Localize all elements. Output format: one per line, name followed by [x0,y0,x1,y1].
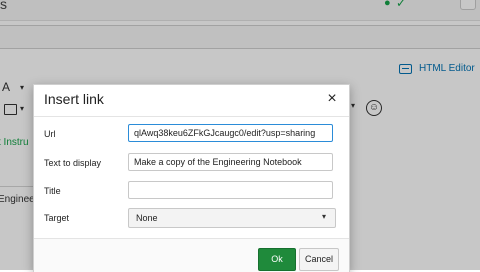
title-row: Title [34,181,349,203]
text-to-display-label: Text to display [44,158,102,168]
target-label: Target [44,213,70,223]
dialog-title: Insert link [44,91,104,107]
target-row: Target None ▾ [34,208,349,230]
title-label: Title [44,186,61,196]
target-select[interactable]: None ▾ [128,208,336,228]
dialog-header: Insert link × [34,85,349,117]
insert-link-dialog: Insert link × Url Text to display Title … [33,84,350,272]
url-label: Url [44,129,56,139]
close-icon[interactable]: × [324,89,340,109]
cancel-button[interactable]: Cancel [299,248,339,271]
chevron-down-icon: ▾ [322,212,327,221]
text-to-display-input[interactable] [128,153,333,171]
ok-button[interactable]: Ok [258,248,296,271]
text-to-display-row: Text to display [34,153,349,175]
url-input[interactable] [128,124,333,142]
target-selected-value: None [136,213,158,223]
url-row: Url [34,124,349,146]
dialog-footer: Ok Cancel [34,238,349,272]
title-input[interactable] [128,181,333,199]
